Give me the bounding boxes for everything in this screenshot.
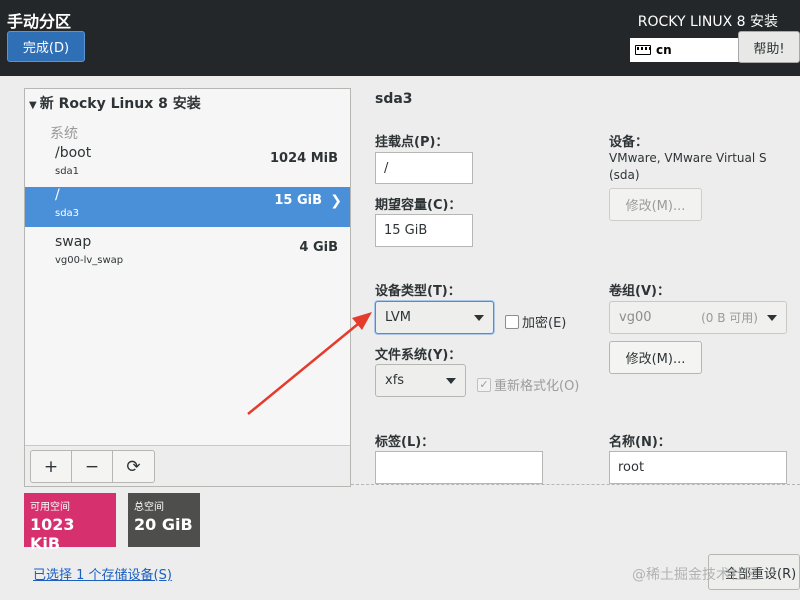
available-space-value: 1023 KiB bbox=[30, 515, 75, 553]
selected-storage-link[interactable]: 已选择 1 个存储设备(S) bbox=[33, 564, 172, 583]
mount-size: 15 GiB bbox=[274, 193, 322, 208]
partition-detail-panel: sda3 挂载点(P)： / 期望容量(C)： 15 GiB 设备： VMwar… bbox=[351, 76, 800, 546]
install-group-header[interactable]: ▼ 新 Rocky Linux 8 安装 bbox=[29, 93, 201, 113]
capacity-input[interactable]: 15 GiB bbox=[375, 214, 473, 247]
partition-title: sda3 bbox=[375, 91, 413, 107]
name-field-label: 名称(N)： bbox=[609, 435, 671, 450]
mount-device-name: vg00-lv_swap bbox=[55, 255, 124, 266]
encrypt-label: 加密(E) bbox=[522, 316, 567, 331]
device-label: 设备： bbox=[609, 135, 649, 150]
dropdown-arrow-icon bbox=[767, 314, 777, 321]
mount-point-name: swap bbox=[55, 234, 92, 250]
partition-toolbar: + − ⟳ bbox=[25, 445, 350, 486]
keyboard-icon bbox=[635, 45, 651, 55]
chevron-right-icon: ❯ bbox=[330, 193, 342, 209]
encrypt-checkbox[interactable]: 加密(E) bbox=[505, 312, 566, 331]
checkmark-icon: ✓ bbox=[477, 377, 491, 392]
filesystem-label: 文件系统(Y)： bbox=[375, 348, 462, 363]
mount-point-input[interactable]: / bbox=[375, 152, 473, 184]
label-input[interactable] bbox=[375, 451, 543, 484]
mount-row-root[interactable]: / sda3 15 GiB ❯ bbox=[25, 187, 350, 227]
dropdown-arrow-icon bbox=[474, 314, 484, 321]
add-partition-button[interactable]: + bbox=[31, 451, 72, 482]
device-type-value: LVM bbox=[385, 310, 411, 325]
modify-device-button[interactable]: 修改(M)... bbox=[609, 188, 702, 221]
reformat-checkbox[interactable]: ✓ 重新格式化(O) bbox=[477, 375, 579, 394]
install-group-label: 新 Rocky Linux 8 安装 bbox=[39, 96, 201, 112]
device-type-dropdown[interactable]: LVM bbox=[375, 301, 494, 334]
total-space-badge: 总空间 20 GiB bbox=[128, 493, 200, 547]
mount-point-name: /boot bbox=[55, 145, 92, 161]
refresh-icon[interactable]: ⟳ bbox=[113, 451, 154, 482]
label-field-label: 标签(L)： bbox=[375, 435, 435, 450]
volume-group-label: 卷组(V)： bbox=[609, 284, 670, 299]
device-type-label: 设备类型(T)： bbox=[375, 284, 461, 299]
toolbar-button-group: + − ⟳ bbox=[30, 450, 155, 483]
total-space-value: 20 GiB bbox=[134, 515, 193, 534]
section-divider bbox=[351, 484, 800, 485]
help-button[interactable]: 帮助! bbox=[738, 31, 800, 63]
remove-partition-button[interactable]: − bbox=[72, 451, 113, 482]
dropdown-arrow-icon bbox=[446, 377, 456, 384]
filesystem-dropdown[interactable]: xfs bbox=[375, 364, 466, 397]
reformat-label: 重新格式化(O) bbox=[494, 379, 580, 394]
system-section-label: 系统 bbox=[50, 126, 78, 142]
partition-tree-panel: ▼ 新 Rocky Linux 8 安装 系统 /boot sda1 1024 M… bbox=[24, 88, 351, 487]
expander-triangle-icon: ▼ bbox=[29, 100, 37, 111]
done-button[interactable]: 完成(D) bbox=[7, 31, 85, 62]
name-input[interactable]: root bbox=[609, 451, 787, 484]
keyboard-layout-indicator[interactable]: cn bbox=[630, 38, 740, 62]
available-space-badge: 可用空间 1023 KiB bbox=[24, 493, 116, 553]
keyboard-layout-label: cn bbox=[656, 43, 672, 57]
mount-point-name: / bbox=[55, 187, 60, 203]
mount-row-boot[interactable]: /boot sda1 1024 MiB bbox=[25, 145, 350, 185]
total-space-label: 总空间 bbox=[134, 502, 164, 513]
device-value: VMware, VMware Virtual S (sda) bbox=[609, 151, 767, 182]
mount-point-label: 挂载点(P)： bbox=[375, 135, 449, 150]
filesystem-value: xfs bbox=[385, 373, 405, 388]
mount-device-name: sda1 bbox=[55, 166, 80, 177]
modify-volume-group-button[interactable]: 修改(M)... bbox=[609, 341, 702, 374]
checkbox-icon bbox=[505, 314, 519, 329]
volume-group-value: vg00 bbox=[619, 310, 652, 325]
capacity-label: 期望容量(C)： bbox=[375, 198, 462, 213]
volume-group-free: (0 B 可用) bbox=[701, 311, 758, 325]
mount-size: 1024 MiB bbox=[269, 151, 338, 166]
available-space-label: 可用空间 bbox=[30, 502, 70, 513]
header-bar: 手动分区 完成(D) ROCKY LINUX 8 安装 cn 帮助! bbox=[0, 0, 800, 76]
product-title: ROCKY LINUX 8 安装 bbox=[637, 14, 778, 30]
volume-group-dropdown[interactable]: vg00 (0 B 可用) bbox=[609, 301, 787, 334]
watermark: @稀土掘金技术社区 bbox=[632, 567, 758, 583]
page-title: 手动分区 bbox=[7, 12, 72, 31]
mount-size: 4 GiB bbox=[299, 240, 338, 255]
mount-device-name: sda3 bbox=[55, 208, 80, 219]
mount-row-swap[interactable]: swap vg00-lv_swap 4 GiB bbox=[25, 234, 350, 274]
